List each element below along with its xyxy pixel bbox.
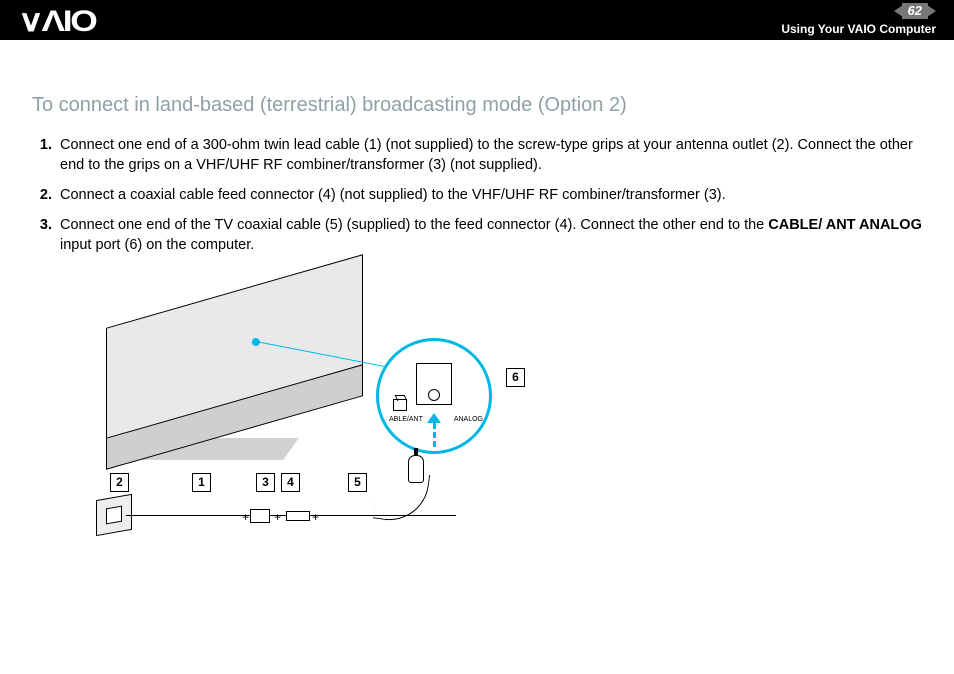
connector-plus-icon: + [242, 510, 249, 524]
page-title: To connect in land-based (terrestrial) b… [32, 94, 922, 117]
next-page-icon[interactable] [927, 5, 936, 17]
page-number: 62 [902, 3, 928, 19]
page-content: To connect in land-based (terrestrial) b… [0, 40, 954, 553]
port-detail-bubble: ABLE/ANT ANALOG [376, 338, 492, 454]
connection-diagram: ABLE/ANT ANALOG + + + 1 2 3 4 5 6 [76, 283, 616, 553]
page-nav: 62 [894, 3, 936, 19]
tv-antenna-icon [393, 399, 407, 411]
section-title: Using Your VAIO Computer [781, 22, 936, 36]
port-label-analog: ANALOG [454, 416, 483, 423]
connector-plus-icon: + [312, 510, 319, 524]
header-bar: ∨ΛIO 62 Using Your VAIO Computer [0, 0, 954, 40]
step-3-tail: input port (6) on the computer. [60, 237, 254, 253]
callout-2: 2 [110, 473, 129, 492]
feed-connector-illustration [286, 511, 310, 521]
step-1: Connect one end of a 300-ohm twin lead c… [56, 135, 922, 175]
step-2: Connect a coaxial cable feed connector (… [56, 185, 922, 205]
port-label-cableant: ABLE/ANT [389, 416, 423, 423]
step-3-bold: CABLE/ ANT ANALOG [768, 217, 922, 233]
computer-illustration [86, 283, 376, 473]
callout-3: 3 [256, 473, 275, 492]
callout-5: 5 [348, 473, 367, 492]
instruction-list: Connect one end of a 300-ohm twin lead c… [32, 135, 922, 255]
callout-6: 6 [506, 368, 525, 387]
vaio-logo: ∨ΛIO [18, 4, 95, 39]
step-3-lead: Connect one end of the TV coaxial cable … [60, 217, 768, 233]
cable-chain: + + + [96, 495, 396, 535]
coax-port-icon [428, 389, 440, 401]
connector-plus-icon: + [274, 510, 281, 524]
step-3: Connect one end of the TV coaxial cable … [56, 215, 922, 255]
rf-transformer-illustration [250, 509, 270, 523]
callout-1: 1 [192, 473, 211, 492]
callout-4: 4 [281, 473, 300, 492]
